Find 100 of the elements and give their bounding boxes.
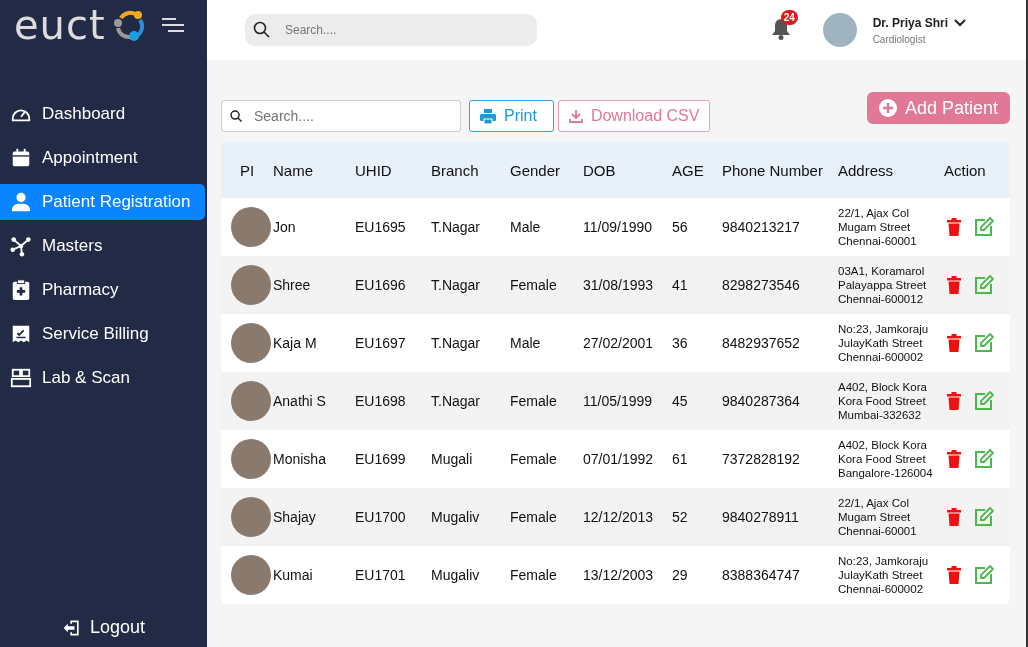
table-cell: 41	[672, 277, 688, 293]
table-cell: EU1698	[355, 393, 406, 409]
edit-icon[interactable]	[974, 333, 994, 353]
table-cell: 36	[672, 335, 688, 351]
sidebar-item[interactable]: Masters	[0, 228, 205, 264]
table-cell: Monisha	[273, 451, 326, 467]
address-cell: 03A1, Koramarol Palayappa Street Chennai-600012	[838, 264, 927, 306]
table-cell: Anathi S	[273, 393, 326, 409]
sidebar-item[interactable]: Pharmacy	[0, 272, 205, 308]
column-header: Gender	[510, 161, 561, 179]
photo-placeholder	[231, 439, 271, 479]
search-field[interactable]: Search....	[221, 100, 461, 132]
table-cell: 9840287364	[722, 393, 800, 409]
trash-icon[interactable]	[944, 565, 964, 585]
menu-icon[interactable]	[159, 16, 186, 34]
table-cell: 8482937652	[722, 335, 800, 351]
table-cell: Jon	[273, 219, 296, 235]
photo-placeholder	[231, 265, 271, 305]
trash-icon[interactable]	[944, 275, 964, 295]
table-cell: 11/09/1990	[583, 219, 653, 235]
receipt-icon	[10, 323, 32, 345]
sidebar-item[interactable]: Patient Registration	[0, 184, 205, 220]
chevron-down-icon[interactable]	[954, 18, 966, 27]
logo-ring-icon	[111, 8, 146, 42]
edit-icon[interactable]	[974, 217, 994, 237]
trash-icon[interactable]	[944, 333, 964, 353]
column-header: Branch	[431, 161, 479, 179]
photo-placeholder	[231, 497, 271, 537]
address-cell: 22/1, Ajax Col Mugam Street Chennai-60001	[838, 496, 917, 538]
table-cell: Mugaliv	[431, 509, 480, 525]
photo-placeholder	[231, 207, 271, 247]
table-cell: 29	[672, 567, 688, 583]
medical-clipboard-icon	[10, 279, 32, 301]
trash-icon[interactable]	[944, 449, 964, 469]
table-cell: 7372828192	[722, 451, 800, 467]
column-header: Address	[838, 161, 894, 179]
person-icon	[10, 191, 32, 213]
table-cell: Shree	[273, 277, 311, 293]
search-field[interactable]: Search....	[245, 14, 537, 46]
table-cell: Shajay	[273, 509, 316, 525]
table-cell: 9840213217	[722, 219, 800, 235]
table-cell: T.Nagar	[431, 335, 481, 351]
notification-badge: 24	[780, 10, 798, 25]
table-cell: EU1701	[355, 567, 406, 583]
trash-icon[interactable]	[944, 217, 964, 237]
table-cell: Female	[510, 567, 557, 583]
plus-circle-icon	[878, 99, 897, 117]
table-cell: 31/08/1993	[583, 277, 654, 293]
table-cell: Female	[510, 393, 557, 409]
column-header: UHID	[355, 161, 392, 179]
table-cell: T.Nagar	[431, 219, 481, 235]
table-cell: 11/05/1999	[583, 393, 653, 409]
table-cell: EU1697	[355, 335, 406, 351]
column-header: PI	[239, 161, 255, 179]
photo-placeholder	[231, 381, 271, 421]
edit-icon[interactable]	[974, 275, 994, 295]
table-cell: Male	[510, 335, 541, 351]
lab-icon	[10, 367, 32, 389]
trash-icon[interactable]	[944, 507, 964, 527]
edit-icon[interactable]	[974, 565, 994, 585]
table-cell: Male	[510, 219, 541, 235]
sidebar-item[interactable]: Appointment	[0, 140, 205, 176]
table-cell: 13/12/2003	[583, 567, 654, 583]
column-header: Action	[944, 161, 986, 179]
column-header: DOB	[583, 161, 616, 179]
edit-icon[interactable]	[974, 449, 994, 469]
table-cell: T.Nagar	[431, 393, 481, 409]
address-cell: No:23, Jamkoraju JulayKath Street Chennai-600002	[838, 322, 929, 364]
logo-text: euct	[14, 5, 106, 45]
edit-icon[interactable]	[974, 391, 994, 411]
network-icon	[10, 235, 32, 257]
table-cell: EU1699	[355, 451, 406, 467]
sidebar-item[interactable]: Lab & Scan	[0, 360, 205, 396]
table-cell: Mugali	[431, 451, 473, 467]
logout-button[interactable]: Logout	[55, 616, 152, 639]
sidebar-item[interactable]: Dashboard	[0, 96, 205, 132]
user-role: Cardiologist	[872, 33, 927, 45]
table-cell: T.Nagar	[431, 277, 481, 293]
address-cell: A402, Block Kora Kora Food Street Mumbai-332632	[838, 380, 927, 422]
table-cell: 27/02/2001	[583, 335, 654, 351]
table-cell: Kumai	[273, 567, 313, 583]
sidebar-item[interactable]: Service Billing	[0, 316, 205, 352]
avatar	[822, 13, 857, 47]
column-header: AGE	[672, 161, 704, 179]
photo-placeholder	[231, 555, 271, 595]
address-cell: No:23, Jamkoraju JulayKath Street Chennai-600002	[838, 554, 929, 596]
table-cell: Mugaliv	[431, 567, 480, 583]
photo-placeholder	[231, 323, 271, 363]
trash-icon[interactable]	[944, 391, 964, 411]
edit-icon[interactable]	[974, 507, 994, 527]
table-cell: EU1700	[355, 509, 406, 525]
table-cell: 45	[672, 393, 688, 409]
user-name: Dr. Priya Shri	[872, 15, 948, 30]
column-header: Name	[273, 161, 313, 179]
table-cell: 61	[672, 451, 688, 467]
table-cell: Female	[510, 451, 557, 467]
table-cell: 9840278911	[722, 509, 799, 525]
table-cell: 56	[672, 219, 688, 235]
table-cell: 07/01/1992	[583, 451, 654, 467]
table-cell: EU1696	[355, 277, 406, 293]
